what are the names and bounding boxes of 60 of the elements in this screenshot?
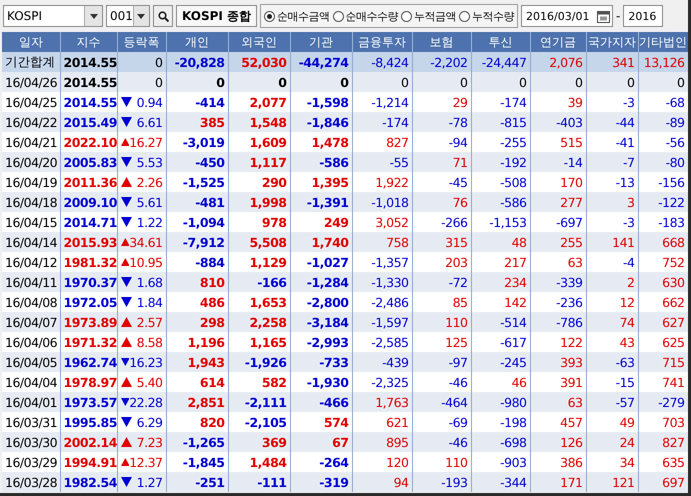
change-value: 22.28 (129, 394, 162, 410)
end-date-field[interactable]: 2016 (623, 5, 664, 27)
change-value: 34.61 (129, 234, 162, 250)
table-cell: -193 (412, 472, 471, 492)
dropdown-arrow-icon (137, 14, 146, 18)
change-value: 16.27 (129, 134, 162, 150)
dropdown-arrow-icon (90, 14, 98, 18)
change-value: 0.94 (136, 94, 162, 110)
column-header[interactable]: 외국인 (228, 32, 290, 52)
search-icon (158, 10, 168, 22)
change-value: 1.22 (136, 214, 162, 230)
change-value: 8.58 (136, 334, 162, 350)
change-value: 6.29 (136, 414, 162, 430)
column-header[interactable]: 투신 (471, 32, 530, 52)
market-name: KOSPI 종합 (176, 5, 258, 27)
change-value: 0 (155, 54, 162, 70)
date-separator: - (616, 9, 620, 23)
change-value: 16.23 (129, 354, 162, 370)
column-header[interactable]: 금융투자 (352, 32, 412, 52)
change-value: 10.95 (129, 254, 162, 270)
change-value: 1.84 (136, 294, 162, 310)
change-value: 0 (155, 74, 162, 90)
column-header[interactable]: 기타법인 (638, 32, 688, 52)
change-value: 5.61 (136, 194, 162, 210)
column-header[interactable]: 일자 (2, 32, 60, 52)
column-header[interactable]: 개인 (166, 32, 228, 52)
column-header[interactable]: 기관 (290, 32, 352, 52)
table-cell: 697 (638, 472, 688, 492)
mode-radio[interactable]: 누적수량 (459, 8, 514, 24)
table-cell: -319 (290, 472, 352, 492)
table-cell: -111 (228, 472, 290, 492)
start-date-field[interactable]: 2016/03/01 (521, 5, 614, 27)
table-cell: 121 (586, 472, 638, 492)
change-value: 5.53 (136, 154, 162, 170)
mode-radio[interactable]: 누적금액 (401, 8, 456, 24)
table-cell: 171 (530, 472, 586, 492)
column-header[interactable]: 국가지자 (586, 32, 638, 52)
column-header[interactable]: 등락폭 (117, 32, 166, 52)
change-value: 12.37 (129, 454, 162, 470)
table-cell: -251 (166, 472, 228, 492)
code-select[interactable]: 001 (106, 5, 150, 27)
change-value: 5.40 (136, 374, 162, 390)
date-cell: 16/03/28 (2, 472, 60, 492)
change-value: 2.26 (136, 174, 162, 190)
column-header[interactable]: 연기금 (530, 32, 586, 52)
calendar-icon (597, 10, 610, 22)
column-header[interactable]: 보험 (412, 32, 471, 52)
column-header[interactable]: 지수 (60, 32, 117, 52)
change-value: 6.61 (136, 114, 162, 130)
index-cell: 1982.54 (60, 472, 117, 492)
change-value: 1.27 (136, 474, 162, 490)
table-cell: -344 (471, 472, 530, 492)
change-value: 1.68 (136, 274, 162, 290)
search-button[interactable] (153, 5, 173, 27)
market-select[interactable]: KOSPI (3, 5, 103, 27)
mode-radio[interactable]: 순매수수량 (332, 8, 398, 24)
change-value: 2.57 (136, 314, 162, 330)
change-value: 7.23 (136, 434, 162, 450)
table-cell: 94 (352, 472, 412, 492)
mode-radio[interactable]: 순매수금액 (264, 8, 330, 24)
